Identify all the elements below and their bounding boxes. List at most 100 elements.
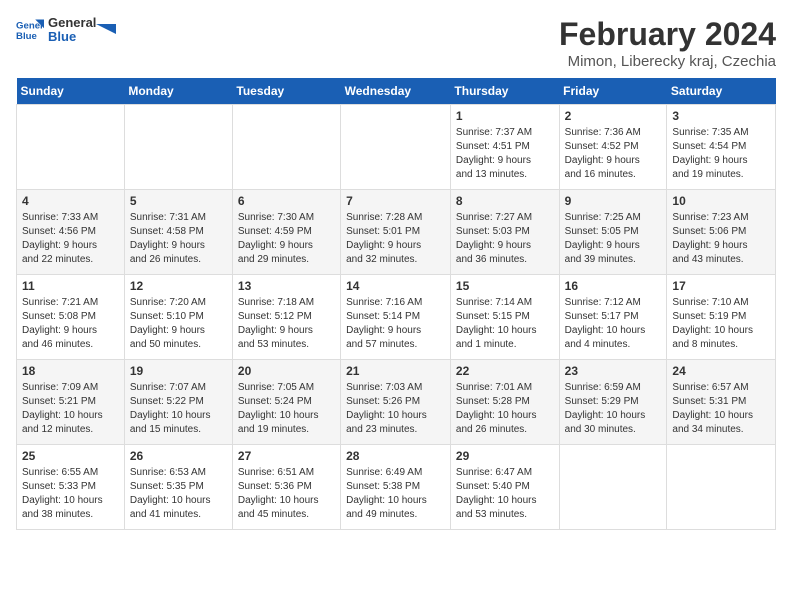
calendar-cell: 25 Sunrise: 6:55 AM Sunset: 5:33 PM Dayli…: [17, 445, 125, 530]
calendar-cell: 12 Sunrise: 7:20 AM Sunset: 5:10 PM Dayli…: [124, 275, 232, 360]
day-number: 13: [238, 279, 335, 293]
calendar-table: SundayMondayTuesdayWednesdayThursdayFrid…: [16, 78, 776, 530]
calendar-cell: 5 Sunrise: 7:31 AM Sunset: 4:58 PM Daylig…: [124, 190, 232, 275]
day-number: 23: [565, 364, 662, 378]
svg-text:Blue: Blue: [16, 31, 37, 42]
day-number: 11: [22, 279, 119, 293]
calendar-cell: [17, 105, 125, 190]
calendar-cell: 19Sunrise: 7:07 AM Sunset: 5:22 PM Dayli…: [124, 360, 232, 445]
day-info: Sunrise: 7:36 AM Sunset: 4:52 PM Dayligh…: [565, 126, 662, 182]
calendar-cell: 20 Sunrise: 7:05 AM Sunset: 5:24 PM Dayli…: [232, 360, 340, 445]
day-number: 24: [672, 364, 770, 378]
calendar-week-row: 4Sunrise: 7:33 AM Sunset: 4:56 PM Daylig…: [17, 190, 776, 275]
calendar-cell: 2 Sunrise: 7:36 AM Sunset: 4:52 PM Daylig…: [559, 105, 667, 190]
day-info: Sunrise: 7:27 AM Sunset: 5:03 PM Dayligh…: [456, 211, 554, 267]
day-info: Sunrise: 7:28 AM Sunset: 5:01 PM Dayligh…: [346, 211, 445, 267]
day-info: Sunrise: 6:55 AM Sunset: 5:33 PM Dayligh…: [22, 466, 119, 522]
day-info: Sunrise: 7:30 AM Sunset: 4:59 PM Dayligh…: [238, 211, 335, 267]
day-info: Sunrise: 7:09 AM Sunset: 5:21 PM Dayligh…: [22, 381, 119, 437]
day-number: 15: [456, 279, 554, 293]
day-number: 8: [456, 194, 554, 208]
day-info: Sunrise: 6:57 AM Sunset: 5:31 PM Dayligh…: [672, 381, 770, 437]
calendar-cell: [341, 105, 451, 190]
logo-arrow-icon: [96, 24, 116, 44]
day-number: 20: [238, 364, 335, 378]
calendar-week-row: 11 Sunrise: 7:21 AM Sunset: 5:08 PM Dayli…: [17, 275, 776, 360]
weekday-header-saturday: Saturday: [667, 78, 776, 105]
calendar-cell: 14 Sunrise: 7:16 AM Sunset: 5:14 PM Dayli…: [341, 275, 451, 360]
calendar-cell: 15 Sunrise: 7:14 AM Sunset: 5:15 PM Dayli…: [450, 275, 559, 360]
day-info: Sunrise: 7:20 AM Sunset: 5:10 PM Dayligh…: [130, 296, 227, 352]
calendar-cell: 17 Sunrise: 7:10 AM Sunset: 5:19 PM Dayli…: [667, 275, 776, 360]
day-number: 16: [565, 279, 662, 293]
day-info: Sunrise: 7:03 AM Sunset: 5:26 PM Dayligh…: [346, 381, 445, 437]
day-number: 5: [130, 194, 227, 208]
calendar-cell: 4Sunrise: 7:33 AM Sunset: 4:56 PM Daylig…: [17, 190, 125, 275]
calendar-cell: 3 Sunrise: 7:35 AM Sunset: 4:54 PM Daylig…: [667, 105, 776, 190]
day-info: Sunrise: 7:07 AM Sunset: 5:22 PM Dayligh…: [130, 381, 227, 437]
calendar-cell: 18 Sunrise: 7:09 AM Sunset: 5:21 PM Dayli…: [17, 360, 125, 445]
calendar-cell: 21 Sunrise: 7:03 AM Sunset: 5:26 PM Dayli…: [341, 360, 451, 445]
day-info: Sunrise: 7:01 AM Sunset: 5:28 PM Dayligh…: [456, 381, 554, 437]
day-info: Sunrise: 7:23 AM Sunset: 5:06 PM Dayligh…: [672, 211, 770, 267]
calendar-cell: 23 Sunrise: 6:59 AM Sunset: 5:29 PM Dayli…: [559, 360, 667, 445]
day-number: 3: [672, 109, 770, 123]
calendar-week-row: 25 Sunrise: 6:55 AM Sunset: 5:33 PM Dayli…: [17, 445, 776, 530]
day-number: 22: [456, 364, 554, 378]
day-number: 1: [456, 109, 554, 123]
title-section: February 2024 Mimon, Liberecky kraj, Cze…: [559, 16, 776, 70]
day-info: Sunrise: 7:25 AM Sunset: 5:05 PM Dayligh…: [565, 211, 662, 267]
day-number: 25: [22, 449, 119, 463]
calendar-cell: 26Sunrise: 6:53 AM Sunset: 5:35 PM Dayli…: [124, 445, 232, 530]
day-info: Sunrise: 6:59 AM Sunset: 5:29 PM Dayligh…: [565, 381, 662, 437]
calendar-cell: [232, 105, 340, 190]
day-number: 12: [130, 279, 227, 293]
calendar-title: February 2024: [559, 16, 776, 53]
day-number: 2: [565, 109, 662, 123]
day-number: 6: [238, 194, 335, 208]
day-number: 21: [346, 364, 445, 378]
calendar-cell: 29 Sunrise: 6:47 AM Sunset: 5:40 PM Dayli…: [450, 445, 559, 530]
day-number: 18: [22, 364, 119, 378]
day-info: Sunrise: 7:10 AM Sunset: 5:19 PM Dayligh…: [672, 296, 770, 352]
day-info: Sunrise: 7:05 AM Sunset: 5:24 PM Dayligh…: [238, 381, 335, 437]
logo-icon: General Blue: [16, 16, 44, 44]
weekday-header-row: SundayMondayTuesdayWednesdayThursdayFrid…: [17, 78, 776, 105]
calendar-cell: 27 Sunrise: 6:51 AM Sunset: 5:36 PM Dayli…: [232, 445, 340, 530]
day-info: Sunrise: 7:14 AM Sunset: 5:15 PM Dayligh…: [456, 296, 554, 352]
day-info: Sunrise: 6:51 AM Sunset: 5:36 PM Dayligh…: [238, 466, 335, 522]
calendar-cell: 22 Sunrise: 7:01 AM Sunset: 5:28 PM Dayli…: [450, 360, 559, 445]
day-info: Sunrise: 6:49 AM Sunset: 5:38 PM Dayligh…: [346, 466, 445, 522]
day-info: Sunrise: 7:18 AM Sunset: 5:12 PM Dayligh…: [238, 296, 335, 352]
weekday-header-thursday: Thursday: [450, 78, 559, 105]
day-info: Sunrise: 6:53 AM Sunset: 5:35 PM Dayligh…: [130, 466, 227, 522]
day-number: 14: [346, 279, 445, 293]
day-info: Sunrise: 6:47 AM Sunset: 5:40 PM Dayligh…: [456, 466, 554, 522]
weekday-header-friday: Friday: [559, 78, 667, 105]
calendar-week-row: 18 Sunrise: 7:09 AM Sunset: 5:21 PM Dayli…: [17, 360, 776, 445]
calendar-week-row: 1Sunrise: 7:37 AM Sunset: 4:51 PM Daylig…: [17, 105, 776, 190]
day-number: 27: [238, 449, 335, 463]
day-info: Sunrise: 7:21 AM Sunset: 5:08 PM Dayligh…: [22, 296, 119, 352]
weekday-header-monday: Monday: [124, 78, 232, 105]
page-header: General Blue General Blue February 2024 …: [16, 16, 776, 70]
calendar-cell: 6 Sunrise: 7:30 AM Sunset: 4:59 PM Daylig…: [232, 190, 340, 275]
day-info: Sunrise: 7:31 AM Sunset: 4:58 PM Dayligh…: [130, 211, 227, 267]
calendar-cell: 13 Sunrise: 7:18 AM Sunset: 5:12 PM Dayli…: [232, 275, 340, 360]
calendar-cell: 10Sunrise: 7:23 AM Sunset: 5:06 PM Dayli…: [667, 190, 776, 275]
day-number: 4: [22, 194, 119, 208]
calendar-cell: 11 Sunrise: 7:21 AM Sunset: 5:08 PM Dayli…: [17, 275, 125, 360]
logo-blue: Blue: [48, 30, 96, 44]
logo-general: General: [48, 16, 96, 30]
day-number: 29: [456, 449, 554, 463]
calendar-cell: 8 Sunrise: 7:27 AM Sunset: 5:03 PM Daylig…: [450, 190, 559, 275]
day-number: 17: [672, 279, 770, 293]
calendar-subtitle: Mimon, Liberecky kraj, Czechia: [559, 53, 776, 70]
weekday-header-wednesday: Wednesday: [341, 78, 451, 105]
day-info: Sunrise: 7:16 AM Sunset: 5:14 PM Dayligh…: [346, 296, 445, 352]
calendar-cell: 1Sunrise: 7:37 AM Sunset: 4:51 PM Daylig…: [450, 105, 559, 190]
calendar-cell: 24 Sunrise: 6:57 AM Sunset: 5:31 PM Dayli…: [667, 360, 776, 445]
calendar-cell: [124, 105, 232, 190]
day-number: 28: [346, 449, 445, 463]
day-info: Sunrise: 7:35 AM Sunset: 4:54 PM Dayligh…: [672, 126, 770, 182]
